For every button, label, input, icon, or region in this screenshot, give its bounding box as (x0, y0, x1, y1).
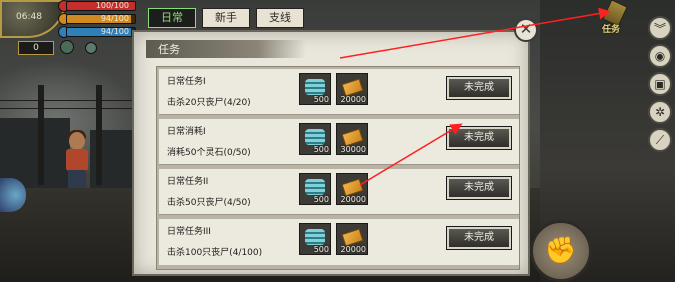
ticket-reward[interactable]: 20000 (336, 173, 368, 205)
dialog-title: 任务 (158, 43, 180, 56)
ticket-reward[interactable]: 20000 (336, 223, 368, 255)
shop-cart-icon[interactable]: ▣ (648, 72, 672, 96)
quest-name: 日常消耗I (167, 127, 206, 137)
ticket-reward[interactable]: 30000 (336, 123, 368, 155)
quest-name: 日常任务II (167, 177, 209, 187)
quest-dialog: 任务 日常任务I 击杀20只丧尸(4/20) 500 20000 未完成 日常消… (132, 30, 530, 276)
coin-reward[interactable]: 500 (299, 123, 331, 155)
coin-reward-qty: 500 (313, 195, 329, 204)
coin-reward-qty: 500 (313, 145, 329, 154)
tab-daily[interactable]: 日常 (148, 8, 196, 28)
quest-list: 日常任务I 击杀20只丧尸(4/20) 500 20000 未完成 日常消耗I … (156, 66, 520, 270)
close-dialog-button[interactable]: ✕ (514, 18, 538, 42)
character-head (69, 132, 85, 150)
health-bar: 100/100 (66, 1, 136, 11)
coin-reward[interactable]: 500 (299, 173, 331, 205)
player-character (62, 130, 92, 190)
quest-menu-button[interactable]: 任务 (598, 0, 632, 36)
quest-menu-label: 任务 (602, 25, 621, 35)
buff-icon[interactable] (60, 40, 74, 54)
character-legs (68, 170, 86, 188)
water-value: 94/100 (100, 27, 129, 36)
incomplete-button[interactable]: 未完成 (447, 177, 511, 199)
quest-row: 日常消耗I 消耗50个灵石(0/50) 500 30000 未完成 (159, 119, 519, 165)
coin-reward[interactable]: 500 (299, 223, 331, 255)
coin-stack-icon (305, 179, 325, 195)
quest-progress: 击杀20只丧尸(4/20) (167, 98, 251, 108)
food-bar: 94/100 (66, 14, 136, 24)
ticket-reward[interactable]: 20000 (336, 73, 368, 105)
collapse-chevron-icon[interactable]: ︾ (648, 16, 672, 40)
level-indicator: 0 (18, 41, 54, 55)
quest-row: 日常任务III 击杀100只丧尸(4/100) 500 20000 未完成 (159, 219, 519, 265)
quest-name: 日常任务I (167, 77, 206, 87)
power-line (0, 108, 135, 109)
quest-row: 日常任务I 击杀20只丧尸(4/20) 500 20000 未完成 (159, 69, 519, 115)
character-body (66, 149, 88, 171)
tab-side-quest[interactable]: 支线 (256, 8, 304, 28)
quest-name: 日常任务III (167, 227, 211, 237)
coin-stack-icon (305, 229, 325, 245)
quest-tabs: 日常 新手 支线 (148, 8, 304, 28)
coin-reward[interactable]: 500 (299, 73, 331, 105)
coin-reward-qty: 500 (313, 95, 329, 104)
dialog-title-banner: 任务 (146, 40, 306, 58)
ticket-icon (341, 78, 364, 97)
tab-newbie[interactable]: 新手 (202, 8, 250, 28)
coin-reward-qty: 500 (313, 245, 329, 254)
water-bar: 94/100 (66, 27, 136, 37)
quest-progress: 消耗50个灵石(0/50) (167, 148, 251, 158)
attack-fist-button[interactable]: ✊ (530, 220, 592, 282)
ticket-reward-qty: 20000 (340, 195, 366, 204)
incomplete-button[interactable]: 未完成 (447, 127, 511, 149)
medal-icon[interactable]: ◉ (648, 44, 672, 68)
power-line (0, 100, 135, 101)
ticket-reward-qty: 20000 (340, 245, 366, 254)
incomplete-button[interactable]: 未完成 (447, 227, 511, 249)
settings-gear-icon[interactable]: ✲ (648, 100, 672, 124)
coin-stack-icon (305, 129, 325, 145)
incomplete-button[interactable]: 未完成 (447, 77, 511, 99)
ticket-icon (341, 128, 364, 147)
ticket-reward-qty: 20000 (340, 95, 366, 104)
quest-progress: 击杀100只丧尸(4/100) (167, 248, 263, 258)
food-value: 94/100 (100, 14, 129, 23)
quest-row: 日常任务II 击杀50只丧尸(4/50) 500 20000 未完成 (159, 169, 519, 215)
clock-time: 06:48 (16, 12, 42, 22)
ticket-reward-qty: 30000 (340, 145, 366, 154)
sword-icon[interactable]: ⟋ (648, 128, 672, 152)
coin-stack-icon (305, 79, 325, 95)
health-value: 100/100 (95, 1, 129, 10)
quest-progress: 击杀50只丧尸(4/50) (167, 198, 251, 208)
ticket-icon (341, 178, 364, 197)
ticket-icon (341, 228, 364, 247)
status-effect-icon[interactable] (85, 42, 97, 54)
